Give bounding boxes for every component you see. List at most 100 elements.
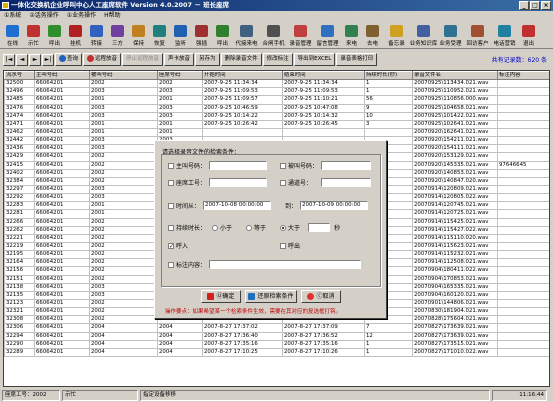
incoming-checkbox[interactable]: ✓ xyxy=(168,242,174,249)
time-to-input[interactable]: 2007-10-09 00:00:00 xyxy=(300,201,369,210)
less-than-radio[interactable] xyxy=(212,224,219,231)
toolbar-label: 业务知识库 xyxy=(409,41,438,47)
menu-call-ops[interactable]: ②话务操作 xyxy=(29,11,58,21)
table-row[interactable]: 32290 66064201 2004 2004 2007-8-27 17:35:16 2… xyxy=(4,339,549,349)
toolbar-button-17[interactable]: 备忘录 xyxy=(383,21,410,48)
toolbar-button-9[interactable]: 强插 xyxy=(191,21,212,48)
close-button[interactable]: × xyxy=(541,1,551,10)
table-cell: 32292 xyxy=(4,193,35,203)
greater-than-radio[interactable] xyxy=(280,224,287,231)
toolbar-button-14[interactable]: 留言管理 xyxy=(314,21,341,48)
toolbar-button-3[interactable]: 挂机 xyxy=(65,21,86,48)
maximize-button[interactable]: □ xyxy=(530,1,540,10)
duration-input[interactable] xyxy=(308,223,331,232)
toolbar-button-16[interactable]: 去电 xyxy=(362,21,383,48)
table-row[interactable]: 32476 66064201 2003 2003 2007-9-25 10:46:59 2… xyxy=(4,103,549,113)
column-header[interactable]: 被叫号码 xyxy=(89,71,158,81)
table-cell: 2001 xyxy=(89,95,158,105)
column-header[interactable]: 主叫号码 xyxy=(34,71,90,81)
column-header[interactable]: 结束时间 xyxy=(282,71,365,81)
toolbar-button-2[interactable]: 呼出 xyxy=(44,21,65,48)
table-row[interactable]: 32485 66064201 2001 2001 2007-9-25 11:09:57 2… xyxy=(4,95,549,105)
toolbar-button-6[interactable]: 保持 xyxy=(128,21,149,48)
callee-checkbox[interactable] xyxy=(280,162,286,169)
query-button[interactable]: 查询 xyxy=(55,53,83,66)
save-as-button[interactable]: 另存为 xyxy=(195,53,220,66)
caller-checkbox[interactable] xyxy=(168,162,174,169)
menu-help[interactable]: H帮助 xyxy=(104,11,121,21)
callee-input[interactable] xyxy=(321,161,372,170)
channel-input[interactable] xyxy=(321,178,372,187)
column-header[interactable]: 录音文件名 xyxy=(412,71,498,81)
table-row[interactable]: 32474 66064201 2003 2003 2007-9-25 10:14:22 2… xyxy=(4,111,549,121)
toolbar-button-15[interactable]: 来电 xyxy=(341,21,362,48)
toolbar-button-1[interactable]: 示忙 xyxy=(23,21,44,48)
edit-note-button[interactable]: 修改标注 xyxy=(262,53,293,66)
caller-input[interactable] xyxy=(209,161,268,170)
note-checkbox[interactable] xyxy=(168,261,174,268)
remote-play-button[interactable]: 远程放音 xyxy=(83,53,122,66)
next-record-button[interactable]: ► xyxy=(29,53,41,66)
table-cell: 2002 xyxy=(89,298,158,309)
table-cell: 32151 xyxy=(4,274,35,284)
export-excel-button[interactable]: 导出到EXCEL xyxy=(293,53,336,66)
minimize-button[interactable]: _ xyxy=(519,1,529,10)
toolbar-button-22[interactable]: 退出 xyxy=(518,21,539,48)
column-header[interactable]: 座席号码 xyxy=(157,71,203,81)
toolbar-button-19[interactable]: 业务受理 xyxy=(437,21,464,48)
table-row[interactable]: 32471 66064201 2001 2001 2007-9-25 10:26:42 2… xyxy=(4,119,549,129)
table-cell: 2007-9-25 11:34:34 xyxy=(202,79,283,89)
toolbar-button-21[interactable]: 电话营销 xyxy=(491,21,518,48)
table-row[interactable]: 32289 66064201 2004 2004 2007-8-27 17:10:25 2… xyxy=(4,347,549,357)
toolbar-button-12[interactable]: 合闸手机 xyxy=(260,21,287,48)
table-cell: 2001 xyxy=(157,127,203,138)
time-from-input[interactable]: 2007-10-08 00:00:00 xyxy=(203,201,272,210)
column-header[interactable]: 持续时长(秒) xyxy=(364,71,413,81)
note-input[interactable] xyxy=(209,260,362,269)
toolbar-button-0[interactable]: 在线 xyxy=(2,21,23,48)
last-record-button[interactable]: ►| xyxy=(42,53,54,66)
table-row[interactable]: 32462 66064201 2001 2001 20070920\162641.021… xyxy=(4,127,549,138)
table-cell: 20070920\145335.021.wav xyxy=(412,160,498,170)
channel-checkbox[interactable] xyxy=(280,179,286,186)
stop-remote-play-button[interactable]: 停止远程放音 xyxy=(122,53,164,66)
print-button[interactable]: 录音表格打印 xyxy=(336,53,378,66)
table-cell: 20070914\120725.021.wav xyxy=(412,209,498,219)
equal-radio[interactable] xyxy=(246,224,253,231)
menu-system[interactable]: ①系统 xyxy=(4,11,21,21)
cancel-button[interactable]: ⓒ取消 xyxy=(301,290,341,303)
toolbar-button-18[interactable]: 业务知识库 xyxy=(410,21,437,48)
table-row[interactable]: 32306 66064201 2004 2004 2007-8-27 17:37:02 2… xyxy=(4,323,549,333)
toolbar-label: 来电 xyxy=(345,41,357,47)
menu-business-ops[interactable]: ①业务操作 xyxy=(67,11,96,21)
agent-input[interactable] xyxy=(209,178,268,187)
ok-button[interactable]: Ⓤ确定 xyxy=(201,290,241,303)
first-record-button[interactable]: |◄ xyxy=(3,53,15,66)
table-row[interactable]: 32500 66064201 2002 2002 2007-9-25 11:34:34 2… xyxy=(4,79,549,89)
toolbar-button-5[interactable]: 三方 xyxy=(107,21,128,48)
sound-card-play-button[interactable]: 声卡放音 xyxy=(164,53,195,66)
callee-label: 被叫号码： xyxy=(288,163,319,170)
toolbar-button-10[interactable]: 呼出 xyxy=(212,21,233,48)
duration-checkbox[interactable] xyxy=(168,224,174,231)
prev-record-button[interactable]: ◄ xyxy=(16,53,28,66)
action-bar: |◄ ◄ ► ►| 查询 远程放音 停止远程放音 声卡放音 另存为 删除录音文件… xyxy=(0,51,553,68)
table-row[interactable]: 32294 66064201 2004 2004 2007-8-27 17:36:40 2… xyxy=(4,331,549,341)
toolbar-button-20[interactable]: 回访客户 xyxy=(464,21,491,48)
column-header[interactable]: 流水号 xyxy=(4,71,35,81)
delete-record-button[interactable]: 删除录音文件 xyxy=(220,53,262,66)
column-header[interactable]: 标注内容 xyxy=(497,71,549,81)
time-checkbox[interactable] xyxy=(168,202,174,209)
agent-checkbox[interactable] xyxy=(168,179,174,186)
toolbar-button-11[interactable]: 代接来电 xyxy=(233,21,260,48)
outgoing-checkbox[interactable] xyxy=(280,242,286,249)
toolbar-button-7[interactable]: 恢复 xyxy=(149,21,170,48)
table-row[interactable]: 32496 66064201 2003 2003 2007-9-25 11:09:53 2… xyxy=(4,87,549,97)
column-header[interactable]: 开始时间 xyxy=(202,71,283,81)
reset-button[interactable]: 还原检索条件 xyxy=(245,290,297,303)
toolbar-button-4[interactable]: 转接 xyxy=(86,21,107,48)
toolbar-button-13[interactable]: 录音管理 xyxy=(287,21,314,48)
toolbar-button-8[interactable]: 监听 xyxy=(170,21,191,48)
table-cell: 2002 xyxy=(89,315,158,325)
knowledge-icon xyxy=(417,25,430,37)
